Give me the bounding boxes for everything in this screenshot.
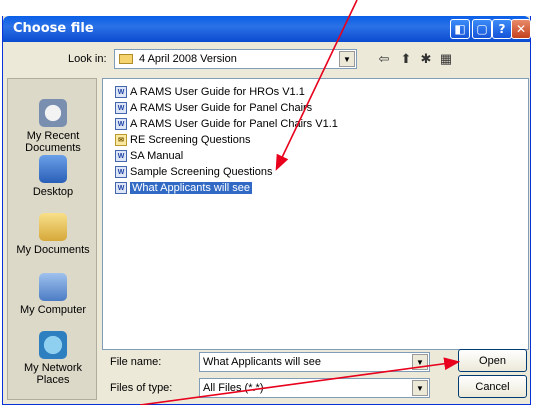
title-bar[interactable]: Choose file ◧ ▢ ? ✕ bbox=[3, 16, 531, 42]
place-recent-documents[interactable]: My Recent Documents bbox=[8, 99, 98, 154]
maximize-icon[interactable]: ▢ bbox=[472, 19, 492, 39]
place-my-documents[interactable]: My Documents bbox=[8, 213, 98, 256]
close-button[interactable]: ✕ bbox=[511, 19, 531, 39]
list-item[interactable]: W A RAMS User Guide for Panel Chairs bbox=[115, 101, 312, 115]
file-type-select[interactable]: All Files (*.*) ▼ bbox=[199, 378, 430, 398]
look-in-label: Look in: bbox=[68, 53, 107, 65]
my-documents-icon bbox=[39, 213, 67, 241]
place-label: My Computer bbox=[19, 304, 87, 316]
places-bar: My Recent Documents Desktop My Documents… bbox=[7, 78, 97, 400]
file-list[interactable]: W A RAMS User Guide for HROs V1.1 W A RA… bbox=[102, 78, 529, 350]
look-in-value: 4 April 2008 Version bbox=[139, 53, 237, 65]
word-doc-icon: W bbox=[115, 102, 127, 114]
open-button[interactable]: Open bbox=[458, 349, 527, 372]
new-folder-icon[interactable]: ✱ bbox=[417, 50, 435, 68]
restore-icon[interactable]: ◧ bbox=[450, 19, 470, 39]
place-label: Desktop bbox=[32, 186, 74, 198]
view-menu-icon[interactable]: ▦ bbox=[437, 50, 455, 68]
list-item[interactable]: ✉ RE Screening Questions bbox=[115, 133, 250, 147]
place-network[interactable]: My Network Places bbox=[8, 331, 98, 386]
network-places-icon bbox=[39, 331, 67, 359]
place-label: My Network Places bbox=[23, 362, 83, 386]
place-my-computer[interactable]: My Computer bbox=[8, 273, 98, 316]
look-in-dropdown[interactable]: 4 April 2008 Version ▼ bbox=[114, 49, 357, 69]
back-arrow-icon[interactable]: ⇦ bbox=[375, 50, 393, 68]
folder-icon bbox=[119, 54, 133, 64]
window-title: Choose file bbox=[13, 21, 94, 36]
recent-documents-icon bbox=[39, 99, 67, 127]
word-doc-icon: W bbox=[115, 166, 127, 178]
files-of-type-label: Files of type: bbox=[110, 382, 173, 394]
word-doc-icon: W bbox=[115, 118, 127, 130]
help-button[interactable]: ? bbox=[492, 19, 512, 39]
list-item[interactable]: W Sample Screening Questions bbox=[115, 165, 272, 179]
word-doc-icon: W bbox=[115, 150, 127, 162]
place-label: My Recent Documents bbox=[25, 130, 81, 154]
file-name-label: File name: bbox=[110, 356, 162, 368]
my-computer-icon bbox=[39, 273, 67, 301]
word-doc-icon: W bbox=[115, 86, 127, 98]
chevron-down-icon[interactable]: ▼ bbox=[412, 380, 428, 396]
file-name-input[interactable]: What Applicants will see ▼ bbox=[199, 352, 430, 372]
word-doc-icon: W bbox=[115, 182, 127, 194]
desktop-icon bbox=[39, 155, 67, 183]
choose-file-dialog: Choose file ◧ ▢ ? ✕ Look in: 4 April 200… bbox=[2, 16, 531, 405]
cancel-button[interactable]: Cancel bbox=[458, 375, 527, 398]
list-item[interactable]: W A RAMS User Guide for HROs V1.1 bbox=[115, 85, 305, 99]
chevron-down-icon[interactable]: ▼ bbox=[412, 354, 428, 370]
list-item[interactable]: W SA Manual bbox=[115, 149, 183, 163]
mail-icon: ✉ bbox=[115, 134, 127, 146]
list-item-selected[interactable]: W What Applicants will see bbox=[115, 181, 252, 195]
list-item[interactable]: W A RAMS User Guide for Panel Chairs V1.… bbox=[115, 117, 338, 131]
up-folder-icon[interactable]: ⬆ bbox=[397, 50, 415, 68]
place-desktop[interactable]: Desktop bbox=[8, 155, 98, 198]
place-label: My Documents bbox=[16, 244, 90, 256]
chevron-down-icon[interactable]: ▼ bbox=[339, 51, 355, 67]
